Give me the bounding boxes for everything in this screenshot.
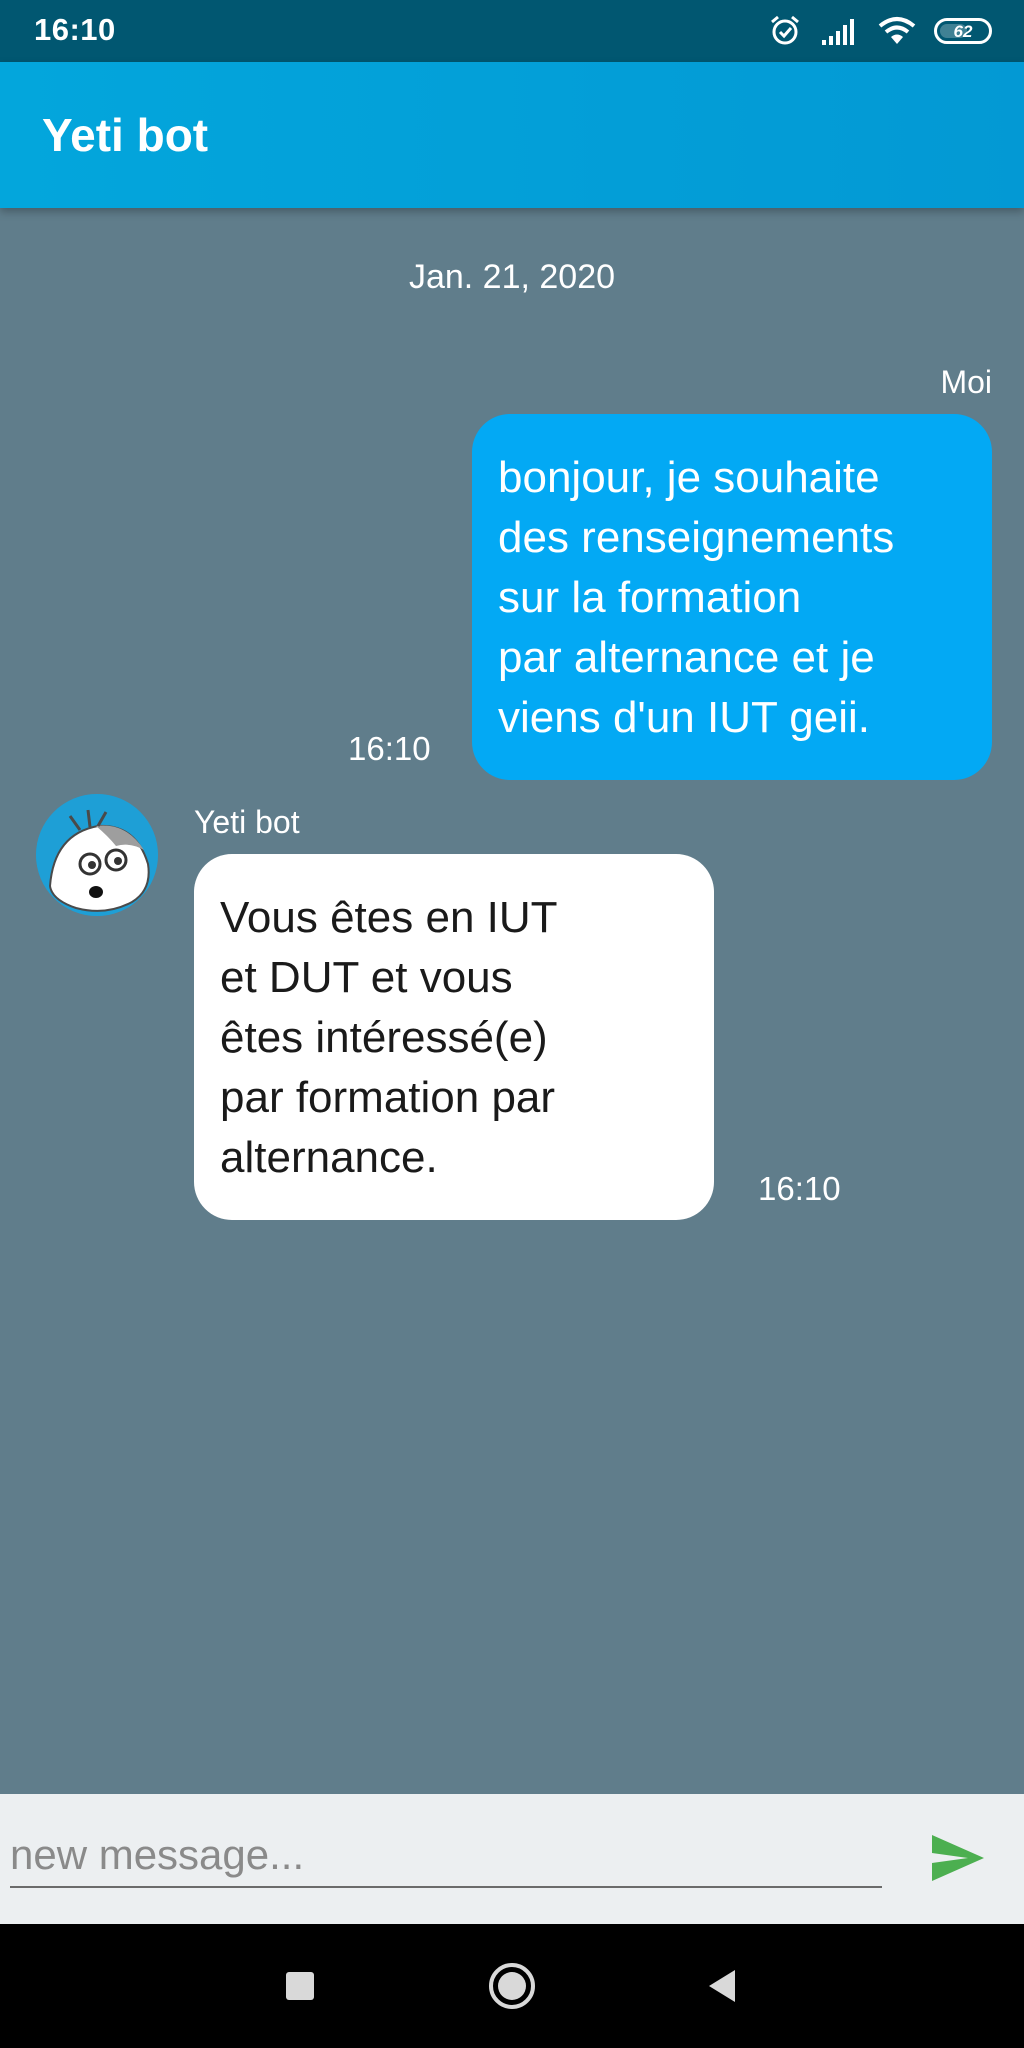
- send-icon[interactable]: [930, 1833, 986, 1888]
- yeti-avatar-icon[interactable]: [36, 794, 158, 916]
- outgoing-message-bubble[interactable]: bonjour, je souhaite des renseignements …: [472, 414, 992, 780]
- status-icons: 62: [768, 12, 992, 50]
- recents-button[interactable]: [270, 1958, 330, 2018]
- battery-icon: 62: [934, 18, 992, 44]
- navigation-bar: [0, 1924, 1024, 2048]
- status-time: 16:10: [34, 12, 116, 47]
- message-timestamp: 16:10: [348, 730, 431, 767]
- signal-icon: [820, 16, 860, 46]
- status-bar: 16:10 62: [0, 0, 1024, 62]
- app-title: Yeti bot: [42, 109, 209, 161]
- message-timestamp: 16:10: [758, 1170, 841, 1207]
- home-button[interactable]: [482, 1958, 542, 2018]
- back-icon[interactable]: [705, 1968, 739, 2009]
- date-separator: Jan. 21, 2020: [408, 258, 616, 296]
- message-sender-name: Yeti bot: [194, 804, 300, 840]
- send-button[interactable]: [922, 1824, 994, 1896]
- chat-area[interactable]: Jan. 21, 2020 Moi bonjour, je souhaite d…: [0, 208, 1024, 1794]
- message-composer: [0, 1794, 1024, 1924]
- alarm-icon: [768, 14, 802, 48]
- message-input[interactable]: [10, 1824, 882, 1888]
- wifi-icon: [878, 16, 916, 46]
- recents-icon[interactable]: [284, 1970, 316, 2007]
- incoming-message-bubble[interactable]: Vous êtes en IUT et DUT et vous êtes int…: [194, 854, 714, 1220]
- home-icon[interactable]: [487, 1961, 537, 2016]
- battery-level: 62: [953, 21, 973, 41]
- back-button[interactable]: [692, 1958, 752, 2018]
- message-sender-name: Moi: [940, 364, 992, 400]
- app-bar: Yeti bot: [0, 62, 1024, 208]
